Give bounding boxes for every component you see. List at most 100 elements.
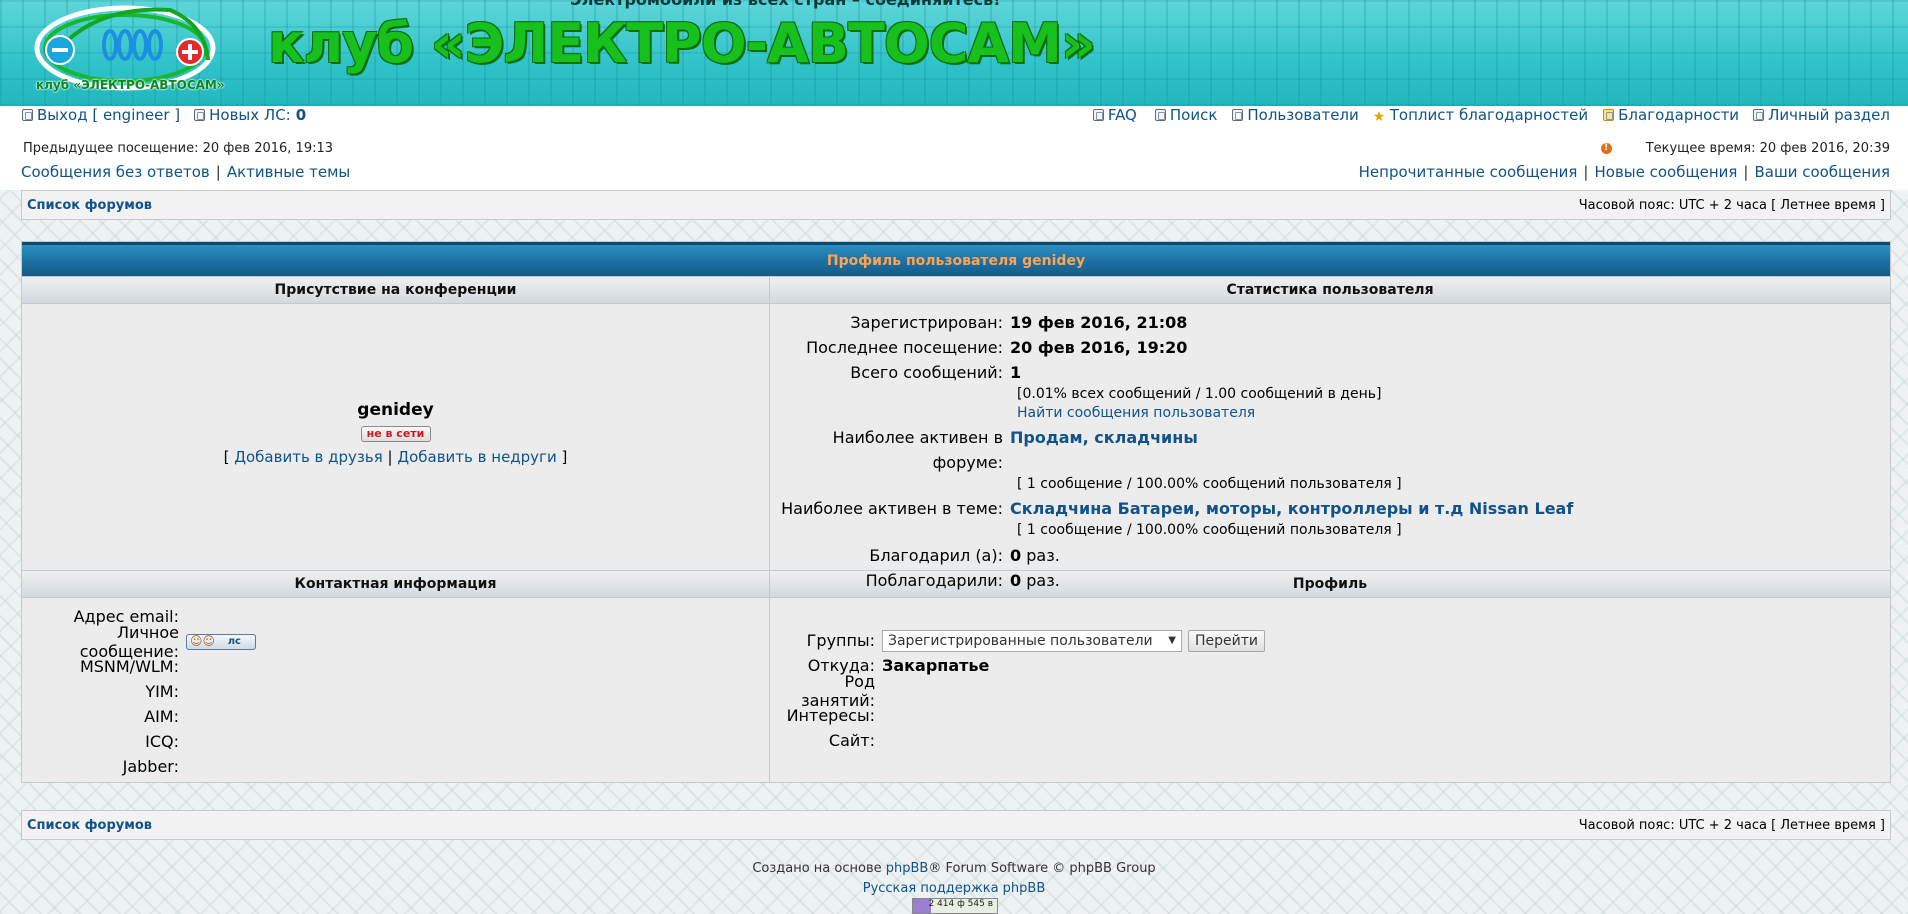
active-forum-row: Наиболее активен в форуме: Продам, склад… [770,425,1890,475]
separator: | [1583,163,1589,181]
occupation-label: Род занятий: [801,671,875,710]
add-friend-link[interactable]: Добавить в друзья [234,448,383,466]
unanswered-link[interactable]: Сообщения без ответов [21,163,210,181]
unread-link[interactable]: Непрочитанные сообщения [1359,163,1578,181]
forum-index-link[interactable]: Список форумов [27,818,152,833]
pm-row: Личное сообщение: лс [22,623,256,661]
offline-badge: не в сети [360,426,431,442]
footer-support: Русская поддержка phpBB [0,881,1908,896]
thanks-icon [1603,109,1615,121]
thanked-by-label: Поблагодарили: [865,571,1003,590]
thanked-value: 0 [1010,546,1022,565]
search-links-left: Сообщения без ответов | Активные темы [21,163,350,181]
username: genidey [357,400,434,420]
visitor-counter[interactable]: 2 414 ф 545 в [912,898,998,914]
your-posts-link[interactable]: Ваши сообщения [1754,163,1890,181]
posts-value: 1 [1010,363,1022,382]
thanked-by-value: 0 [1010,571,1022,590]
thanks-link[interactable]: Благодарности [1618,106,1739,124]
active-forum-label: Наиболее активен в форуме: [832,428,1003,472]
stats-block: Зарегистрирован: 19 фев 2016, 21:08 Посл… [770,304,1890,590]
active-topics-link[interactable]: Активные темы [227,163,350,181]
thanked-by-unit: раз. [1026,571,1060,590]
logout-link[interactable]: Выход [ engineer ] [37,106,180,124]
new-pm-link[interactable]: Новых ЛС: [209,106,291,124]
last-visit-label: Последнее посещение: [806,338,1003,357]
posts-percent: [0.01% всех сообщений / 1.00 сообщений в… [1017,386,1382,402]
last-visit-text: Предыдущее посещение: 20 фев 2016, 19:13 [23,140,334,156]
registered-row: Зарегистрирован: 19 фев 2016, 21:08 [770,310,1890,335]
forum-index-link[interactable]: Список форумов [27,198,152,213]
groups-select[interactable]: Зарегистрированные пользователи ▼ [882,629,1182,652]
timezone-text: Часовой пояс: UTC + 2 часа [ Летнее врем… [1578,817,1885,833]
last-visit-value: 20 фев 2016, 19:20 [1010,338,1188,357]
jabber-row: Jabber: [22,754,256,779]
profile-details-block: Группы: Зарегистрированные пользователи … [770,598,1890,782]
site-title[interactable]: клуб «ЭЛЕКТРО-АВТОСАМ» [268,12,1096,75]
add-foe-link[interactable]: Добавить в недруги [397,448,556,466]
website-row: Сайт: [770,728,1265,753]
yim-label: YIM: [145,682,179,701]
posts-label: Всего сообщений: [850,363,1003,382]
pm-icon [194,109,206,121]
interests-label: Интересы: [786,706,875,725]
active-topic-link[interactable]: Складчина Батареи, моторы, контроллеры и… [1010,496,1573,521]
interests-row: Интересы: [770,703,1265,728]
banner-slogan: Электромобили из всех стран – соединяйте… [570,0,1001,9]
active-topic-info: [ 1 сообщение / 100.00% сообщений пользо… [1017,522,1402,538]
phpbb-link[interactable]: phpBB [886,861,929,876]
timezone-text: Часовой пояс: UTC + 2 часа [ Летнее врем… [1578,197,1885,213]
separator: | [1743,163,1749,181]
faq-icon [1092,109,1104,121]
search-posts-text[interactable]: Найти сообщения пользователя [1017,405,1255,421]
icq-row: ICQ: [22,729,256,754]
search-icon [1154,109,1166,121]
main-links: FAQ Поиск Пользователи ★ Топлист благода… [1092,106,1890,125]
ru-support-link[interactable]: Русская поддержка phpBB [863,881,1046,896]
ucp-link[interactable]: Личный раздел [1768,106,1890,124]
thanks-top-link[interactable]: Топлист благодарностей [1390,106,1588,124]
members-link[interactable]: Пользователи [1247,106,1358,124]
registered-label: Зарегистрирован: [850,313,1003,332]
faq-link[interactable]: FAQ [1108,106,1137,124]
breadcrumb-bottom: Список форумов Часовой пояс: UTC + 2 час… [21,810,1891,840]
contact-block: Адрес email: Личное сообщение: лс MSNM/W… [22,598,769,782]
icq-label: ICQ: [145,732,179,751]
profile-bottom-row: Контактная информация Адрес email: Лично… [22,570,1890,782]
thanked-row: Благодарил (а): 0 раз. [770,543,1890,568]
send-pm-button[interactable]: лс [186,633,256,650]
groups-label: Группы: [806,631,875,650]
posts-row: Всего сообщений: 1 [770,360,1890,385]
search-posts-link[interactable]: Найти сообщения пользователя [770,404,1890,423]
friend-links: [ Добавить в друзья | Добавить в недруги… [223,448,568,466]
jabber-label: Jabber: [122,757,179,776]
powered-suffix: ® Forum Software © phpBB Group [928,861,1156,876]
chevron-down-icon: ▼ [1168,635,1176,646]
notice-icon[interactable]: ! [1600,142,1612,154]
yim-row: YIM: [22,679,256,704]
search-link[interactable]: Поиск [1170,106,1218,124]
stats-column: Статистика пользователя Зарегистрирован:… [770,276,1890,590]
profile-top-row: Присутствие на конференции genidey не в … [22,276,1890,590]
presence-header: Присутствие на конференции [22,276,769,304]
star-icon: ★ [1372,109,1386,125]
active-topic-row: Наиболее активен в теме: Складчина Батар… [770,496,1890,521]
current-time: ! Текущее время: 20 фев 2016, 20:39 [1600,139,1890,157]
presence-column: Присутствие на конференции genidey не в … [22,276,770,570]
new-pm-count[interactable]: 0 [296,106,306,124]
new-posts-link[interactable]: Новые сообщения [1594,163,1737,181]
ucp-icon [1753,109,1765,121]
search-links-right: Непрочитанные сообщения | Новые сообщени… [1359,163,1890,181]
contact-header: Контактная информация [22,570,769,598]
logout-icon [22,109,33,121]
thanked-by-row: Поблагодарили: 0 раз. [770,568,1890,593]
go-button[interactable]: Перейти [1188,629,1265,652]
msnm-row: MSNM/WLM: [22,654,256,679]
active-forum-info: [ 1 сообщение / 100.00% сообщений пользо… [1017,476,1402,492]
breadcrumb: Список форумов Часовой пояс: UTC + 2 час… [21,190,1891,220]
occupation-row: Род занятий: [770,672,1265,710]
user-links: Выход [ engineer ] Новых ЛС: 0 [22,106,306,124]
active-forum-link[interactable]: Продам, складчины [1010,425,1198,475]
profile-title: Профиль пользователя genidey [22,242,1890,276]
location-value: Закарпатье [882,656,990,675]
